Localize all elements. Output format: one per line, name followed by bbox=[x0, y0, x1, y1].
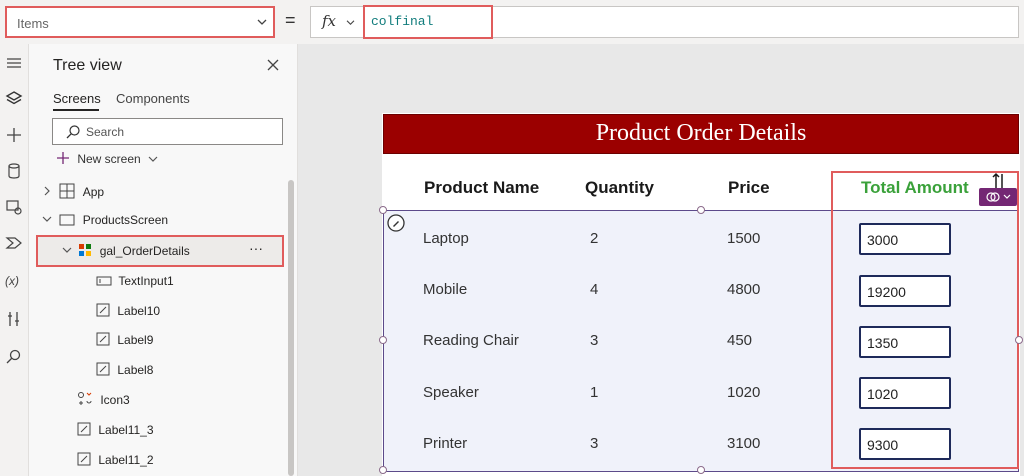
label-icon bbox=[77, 452, 91, 466]
cell-price: 1500 bbox=[727, 230, 761, 247]
tab-underline bbox=[53, 109, 99, 111]
label-icon bbox=[77, 422, 91, 436]
hamburger-icon[interactable] bbox=[5, 54, 23, 72]
tree-item-label: App bbox=[82, 185, 105, 199]
new-screen-button[interactable]: New screen bbox=[56, 151, 158, 166]
resize-handle[interactable] bbox=[697, 466, 705, 474]
cell-price: 3100 bbox=[727, 435, 761, 452]
left-rail: (x) bbox=[0, 44, 29, 476]
cell-price: 1020 bbox=[727, 384, 761, 401]
tree-item-label9[interactable]: Label9 bbox=[96, 332, 153, 347]
tab-screens[interactable]: Screens bbox=[53, 91, 101, 106]
resize-handle[interactable] bbox=[379, 466, 387, 474]
cell-quantity: 3 bbox=[590, 332, 599, 349]
cell-quantity: 4 bbox=[590, 281, 599, 298]
tree-item-gal-orderdetails-content: gal_OrderDetails bbox=[62, 243, 190, 258]
cell-product-name: Speaker bbox=[423, 384, 479, 401]
layers-icon[interactable] bbox=[5, 90, 23, 108]
screen-title: Product Order Details bbox=[595, 120, 807, 146]
tree-item-label: Label9 bbox=[117, 333, 154, 347]
resize-handle[interactable] bbox=[697, 206, 705, 214]
tree-item-productsscreen[interactable]: ProductsScreen bbox=[42, 213, 168, 227]
more-options-icon[interactable]: ··· bbox=[249, 240, 263, 256]
label-icon bbox=[96, 362, 110, 376]
new-screen-label: New screen bbox=[77, 152, 141, 166]
tree-item-label: Label10 bbox=[117, 304, 161, 318]
app-grid-icon bbox=[59, 183, 75, 199]
tree-item-label: Label11_2 bbox=[98, 453, 154, 467]
tab-components[interactable]: Components bbox=[116, 91, 190, 106]
tree-item-label: Icon3 bbox=[100, 393, 130, 407]
variables-icon[interactable]: (x) bbox=[5, 274, 23, 292]
chevron-down-icon bbox=[346, 20, 355, 26]
gallery-icon bbox=[79, 244, 92, 256]
tree-item-label: Label11_3 bbox=[98, 423, 154, 437]
header-price: Price bbox=[728, 178, 770, 197]
text-input-icon bbox=[96, 276, 112, 286]
tree-item-label: TextInput1 bbox=[118, 274, 174, 288]
tree-item-label8[interactable]: Label8 bbox=[96, 362, 153, 377]
cell-quantity: 1 bbox=[590, 384, 599, 401]
tree-item-app[interactable]: App bbox=[42, 183, 104, 199]
total-amount-highlight bbox=[831, 171, 1019, 469]
equals-sign: = bbox=[285, 10, 296, 30]
tree-item-label: gal_OrderDetails bbox=[99, 244, 190, 258]
chevron-right-icon bbox=[44, 186, 50, 196]
tree-item-label: Label8 bbox=[117, 363, 154, 377]
tree-item-textinput1[interactable]: TextInput1 bbox=[96, 274, 174, 288]
tree-item-icon3[interactable]: Icon3 bbox=[77, 391, 130, 407]
formula-text: colfinal bbox=[371, 14, 434, 29]
cell-quantity: 3 bbox=[590, 435, 599, 452]
tree-scrollbar[interactable] bbox=[288, 180, 294, 476]
property-value: Items bbox=[17, 16, 49, 31]
cell-price: 4800 bbox=[727, 281, 761, 298]
tree-view-title: Tree view bbox=[53, 57, 122, 74]
edit-icon[interactable] bbox=[387, 214, 405, 232]
cell-quantity: 2 bbox=[590, 230, 599, 247]
power-automate-icon[interactable] bbox=[5, 234, 23, 252]
icons-icon bbox=[78, 392, 92, 405]
close-icon[interactable] bbox=[266, 58, 280, 72]
search-placeholder: Search bbox=[86, 125, 125, 139]
resize-handle[interactable] bbox=[379, 206, 387, 214]
fx-button[interactable]: fx bbox=[310, 6, 364, 38]
media-icon[interactable] bbox=[5, 198, 23, 216]
tree-item-label10[interactable]: Label10 bbox=[96, 303, 160, 318]
chevron-down-icon bbox=[148, 156, 158, 162]
plus-icon[interactable] bbox=[5, 126, 23, 144]
label-icon bbox=[96, 332, 110, 346]
database-icon[interactable] bbox=[5, 162, 23, 180]
tree-item-label11-2[interactable]: Label11_2 bbox=[77, 452, 154, 467]
resize-handle[interactable] bbox=[379, 336, 387, 344]
chevron-down-icon bbox=[257, 19, 267, 25]
chevron-down-icon bbox=[42, 216, 52, 222]
resize-handle[interactable] bbox=[1015, 336, 1023, 344]
search-icon bbox=[66, 125, 80, 139]
fx-icon: fx bbox=[322, 12, 337, 30]
tree-item-label: ProductsScreen bbox=[82, 213, 169, 227]
cell-product-name: Mobile bbox=[423, 281, 468, 298]
chevron-down-icon bbox=[62, 247, 72, 253]
search-icon[interactable] bbox=[5, 348, 23, 366]
header-quantity: Quantity bbox=[585, 178, 654, 197]
screen-icon bbox=[59, 214, 75, 226]
tools-icon[interactable] bbox=[5, 310, 23, 328]
property-dropdown[interactable]: Items bbox=[5, 6, 275, 38]
header-product-name: Product Name bbox=[424, 178, 540, 197]
cell-product-name: Reading Chair bbox=[423, 332, 519, 349]
cell-product-name: Printer bbox=[423, 435, 468, 452]
cell-price: 450 bbox=[727, 332, 753, 349]
plus-icon bbox=[57, 152, 69, 164]
tree-item-label11-3[interactable]: Label11_3 bbox=[77, 422, 154, 437]
cell-product-name: Laptop bbox=[423, 230, 469, 247]
search-input[interactable]: Search bbox=[52, 118, 283, 145]
label-icon bbox=[96, 303, 110, 317]
